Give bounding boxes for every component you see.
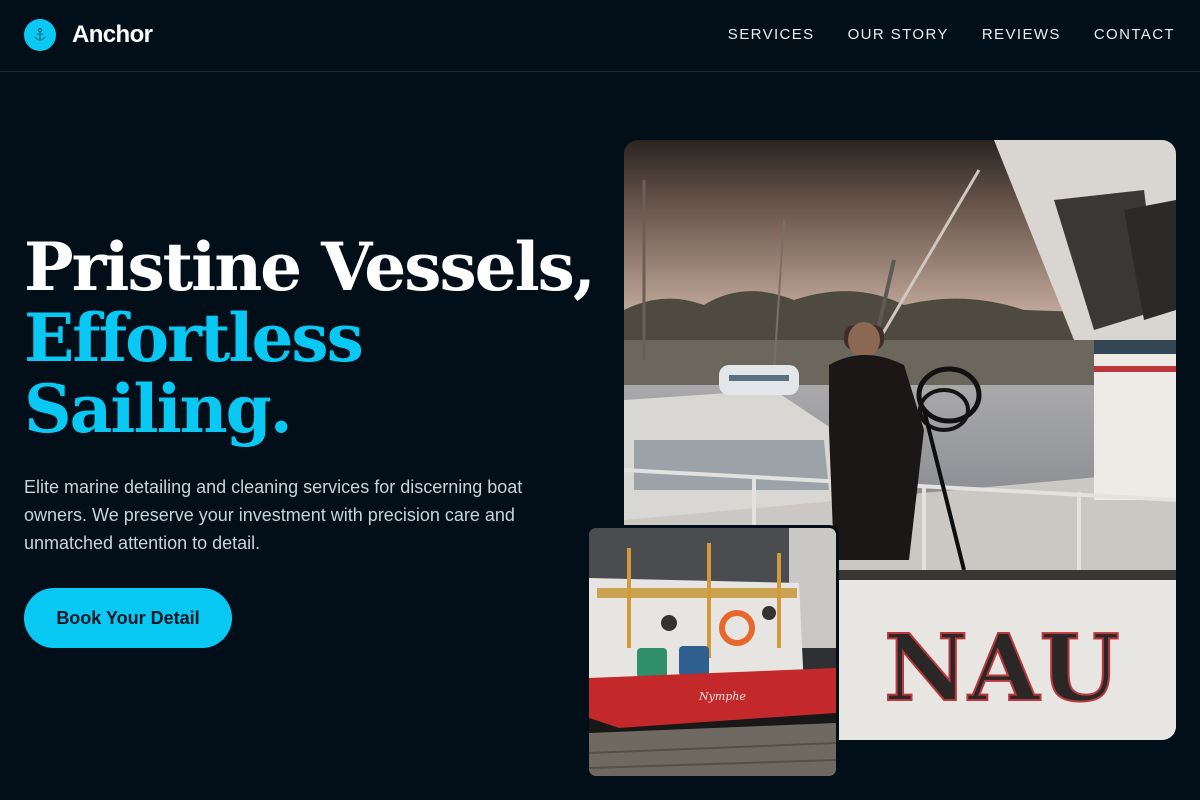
brand-name[interactable]: Anchor xyxy=(72,21,153,49)
anchor-icon[interactable] xyxy=(24,19,56,51)
main-nav: SERVICES OUR STORY REVIEWS CONTACT xyxy=(728,26,1175,43)
headline-line-2: Effortless xyxy=(24,299,364,377)
hero-secondary-photo: Nymphe xyxy=(586,525,839,779)
boat-name-text: Nymphe xyxy=(698,690,746,703)
book-detail-button[interactable]: Book Your Detail xyxy=(24,588,232,648)
nav-item-reviews[interactable]: REVIEWS xyxy=(982,26,1061,43)
hull-lettering: NAU xyxy=(884,614,1120,722)
nav-item-our-story[interactable]: OUR STORY xyxy=(848,26,949,43)
nav-item-contact[interactable]: CONTACT xyxy=(1094,26,1175,43)
hero-headline: Pristine Vessels, Effortless Sailing. xyxy=(24,228,596,448)
hero-description: Elite marine detailing and cleaning serv… xyxy=(24,477,523,553)
site-header: Anchor SERVICES OUR STORY REVIEWS CONTAC… xyxy=(0,0,1200,72)
headline-line-1: Pristine Vessels, xyxy=(24,228,596,306)
headline-line-3: Sailing. xyxy=(24,370,293,448)
nav-item-services[interactable]: SERVICES xyxy=(728,26,815,43)
